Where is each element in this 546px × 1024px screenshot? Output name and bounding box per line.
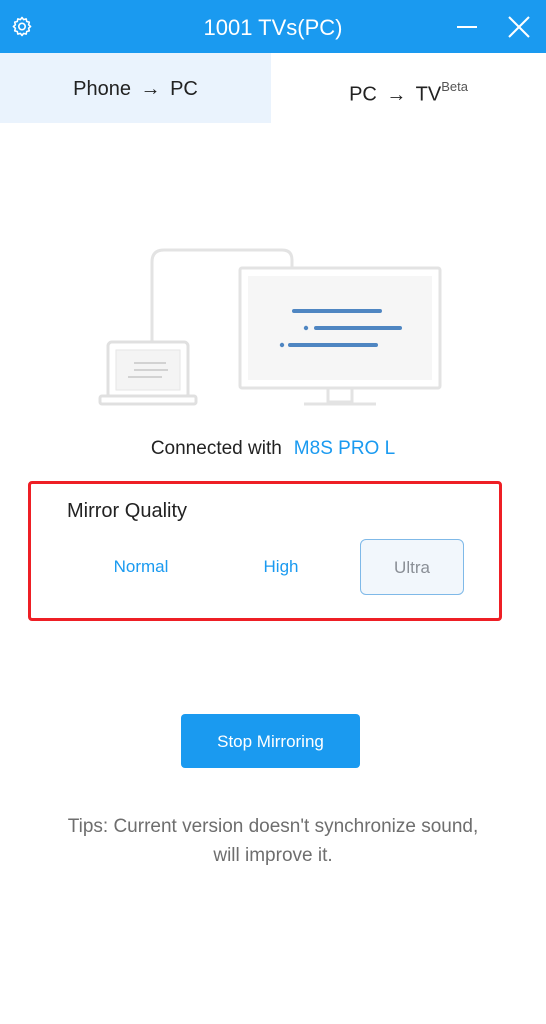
- stop-mirroring-button[interactable]: Stop Mirroring: [181, 714, 360, 768]
- minimize-icon[interactable]: [454, 16, 480, 38]
- close-icon[interactable]: [504, 12, 534, 42]
- quality-option-normal[interactable]: Normal: [89, 539, 193, 595]
- mirror-quality-label: Mirror Quality: [67, 500, 188, 522]
- tab-pc-to-tv[interactable]: PC → TVBeta: [271, 53, 546, 123]
- quality-option-high[interactable]: High: [229, 539, 333, 595]
- tips-line: will improve it.: [213, 845, 333, 866]
- connection-status: Connected with M8S PRO L: [0, 438, 546, 460]
- tab-phone-to-pc[interactable]: Phone → PC: [0, 53, 271, 123]
- device-name: M8S PRO L: [293, 438, 396, 459]
- beta-badge: Beta: [441, 79, 468, 94]
- connected-label: Connected with: [150, 438, 282, 459]
- tab-to-label: TV: [415, 83, 442, 106]
- tab-from-label: PC: [349, 83, 377, 106]
- quality-option-ultra[interactable]: Ultra: [360, 539, 464, 595]
- tips-text: Tips: Current version doesn't synchroniz…: [20, 812, 526, 870]
- laptop-icon: [98, 340, 198, 406]
- mode-tabs: Phone → PC PC → TVBeta: [0, 53, 546, 123]
- tips-line: Tips: Current version doesn't synchroniz…: [67, 816, 479, 837]
- arrow-right-icon: →: [386, 83, 407, 106]
- tab-from-label: Phone: [73, 78, 131, 100]
- tab-to-label: PC: [170, 78, 198, 100]
- title-bar: 1001 TVs(PC): [0, 0, 546, 53]
- mirroring-illustration: [98, 248, 442, 406]
- monitor-icon: [238, 266, 442, 406]
- arrow-right-icon: →: [140, 78, 161, 100]
- mirror-quality-panel: Mirror Quality Normal High Ultra: [28, 481, 502, 621]
